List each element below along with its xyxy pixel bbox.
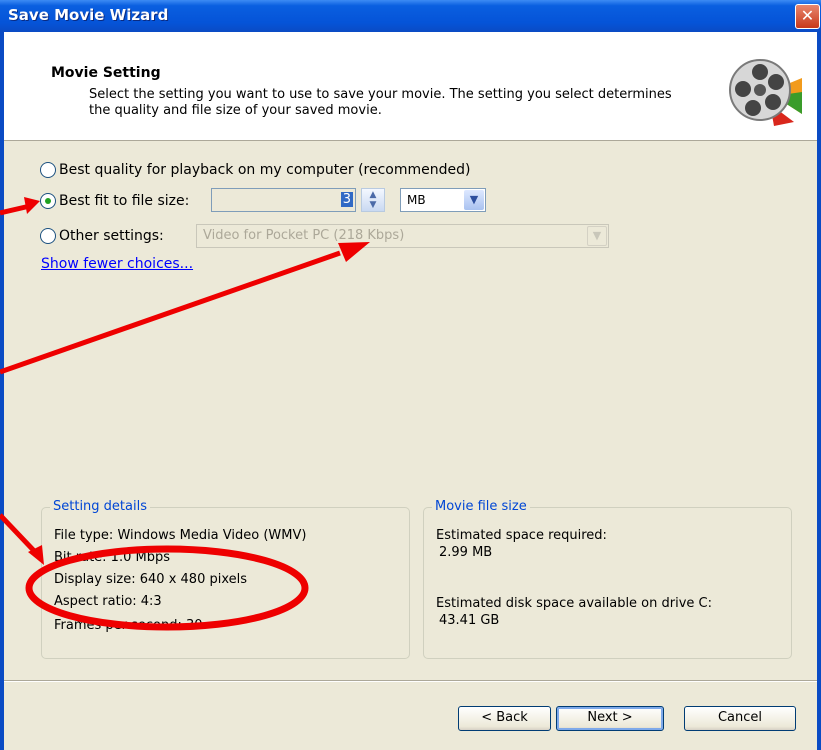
- best-quality-label: Best quality for playback on my computer…: [59, 162, 471, 178]
- annotation-arrow-display-size: [0, 513, 40, 557]
- header-title: Movie Setting: [51, 65, 161, 81]
- disk-space-label: Estimated disk space available on drive …: [436, 596, 712, 611]
- fps-text: Frames per second: 30: [54, 618, 203, 633]
- header-description: Select the setting you want to use to sa…: [89, 87, 672, 118]
- other-settings-dropdown: Video for Pocket PC (218 Kbps) ▼: [196, 224, 609, 248]
- next-button[interactable]: Next >: [556, 706, 664, 731]
- aspect-ratio-text: Aspect ratio: 4:3: [54, 594, 162, 609]
- estimated-space-value: 2.99 MB: [439, 545, 493, 560]
- save-movie-wizard-window: Save Movie Wizard ✕ Movie Setting Select…: [0, 0, 821, 750]
- file-type-text: File type: Windows Media Video (WMV): [54, 528, 307, 543]
- estimated-space-label: Estimated space required:: [436, 528, 607, 543]
- bit-rate-text: Bit rate: 1.0 Mbps: [54, 550, 170, 565]
- radio-selected-dot: [45, 198, 51, 204]
- spin-down-icon[interactable]: ▼: [362, 200, 384, 210]
- annotation-arrow-best-fit: [0, 203, 31, 216]
- file-size-value: 3: [340, 192, 353, 207]
- radio-best-quality[interactable]: [40, 162, 56, 178]
- unit-dropdown[interactable]: MB ▼: [400, 188, 486, 212]
- display-size-text: Display size: 640 x 480 pixels: [54, 572, 248, 587]
- setting-details-title: Setting details: [50, 499, 150, 514]
- option-best-quality[interactable]: Best quality for playback on my computer…: [40, 159, 470, 181]
- show-fewer-choices-link[interactable]: Show fewer choices...: [41, 256, 193, 272]
- window-title: Save Movie Wizard: [8, 6, 169, 24]
- window-frame-right: [817, 32, 821, 750]
- option-other-settings[interactable]: Other settings:: [40, 225, 164, 247]
- radio-best-fit[interactable]: [40, 193, 56, 209]
- radio-other-settings[interactable]: [40, 228, 56, 244]
- chevron-down-icon[interactable]: ▼: [464, 190, 484, 210]
- other-settings-value: Video for Pocket PC (218 Kbps): [203, 228, 405, 243]
- spin-up-icon[interactable]: ▲: [362, 190, 384, 200]
- other-settings-label: Other settings:: [59, 228, 164, 244]
- chevron-down-icon: ▼: [587, 226, 607, 246]
- wizard-header: Movie Setting Select the setting you wan…: [4, 32, 817, 141]
- annotation-arrowhead-best-fit: [24, 197, 40, 214]
- cancel-button[interactable]: Cancel: [684, 706, 796, 731]
- back-button[interactable]: < Back: [458, 706, 551, 731]
- bottom-divider-highlight: [4, 681, 817, 682]
- movie-file-size-title: Movie file size: [432, 499, 530, 514]
- best-fit-label: Best fit to file size:: [59, 193, 190, 209]
- file-size-input[interactable]: 3: [211, 188, 356, 212]
- movie-file-size-group: Movie file size Estimated space required…: [423, 499, 792, 659]
- file-size-spinner[interactable]: ▲ ▼: [361, 188, 385, 212]
- title-bar[interactable]: Save Movie Wizard ✕: [0, 0, 821, 32]
- setting-details-group: Setting details File type: Windows Media…: [41, 499, 410, 659]
- unit-value: MB: [407, 193, 426, 207]
- close-button[interactable]: ✕: [795, 4, 820, 29]
- option-best-fit[interactable]: Best fit to file size:: [40, 190, 189, 212]
- film-reel-icon: [729, 59, 802, 126]
- disk-space-value: 43.41 GB: [439, 613, 500, 628]
